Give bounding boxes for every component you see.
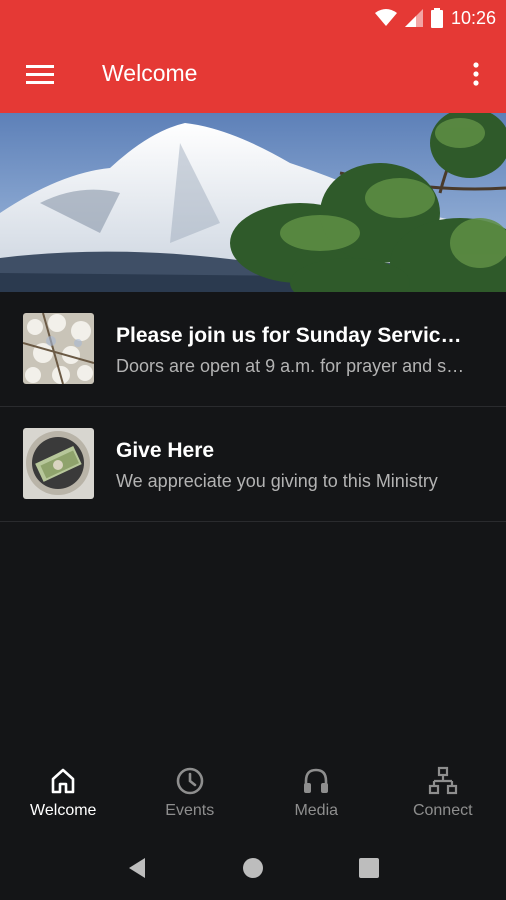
tab-label: Welcome [30, 802, 97, 819]
feed-list: Please join us for Sunday Servic… Doors … [0, 292, 506, 522]
sitemap-icon [428, 766, 457, 795]
home-icon [51, 768, 75, 794]
cherry-blossom-thumbnail [23, 313, 94, 384]
list-item-subtitle: We appreciate you giving to this Ministr… [116, 471, 438, 491]
wifi-icon [374, 9, 397, 26]
status-bar: 10:26 [0, 0, 506, 36]
tab-connect[interactable]: Connect [380, 756, 506, 836]
battery-icon [430, 8, 443, 28]
tab-media[interactable]: Media [253, 756, 380, 836]
system-navigation-bar [0, 836, 506, 900]
more-vert-icon [473, 62, 479, 86]
recents-square-icon[interactable] [357, 856, 381, 880]
mountain-landscape-image [0, 113, 506, 292]
tab-label: Media [294, 802, 339, 819]
cell-signal-icon [404, 9, 423, 27]
clock-icon [176, 767, 204, 795]
list-item-give-here[interactable]: Give Here We appreciate you giving to th… [0, 407, 506, 522]
overflow-menu-button[interactable] [464, 58, 488, 90]
page-title: Welcome [102, 60, 198, 86]
status-icons: 10:26 [374, 6, 496, 30]
offering-plate-thumbnail [23, 428, 94, 499]
back-icon[interactable] [125, 856, 149, 880]
app-bar: Welcome [0, 36, 506, 113]
list-item-sunday-service[interactable]: Please join us for Sunday Servic… Doors … [0, 292, 506, 407]
list-item-title: Please join us for Sunday Servic… [116, 324, 462, 347]
status-time: 10:26 [450, 7, 496, 28]
tab-label: Events [165, 802, 215, 819]
headphones-icon [304, 768, 329, 793]
tab-label: Connect [412, 802, 473, 819]
tab-events[interactable]: Events [127, 756, 254, 836]
tab-welcome[interactable]: Welcome [0, 756, 127, 836]
menu-button[interactable] [20, 58, 60, 90]
hero-image [0, 113, 506, 292]
list-item-subtitle: Doors are open at 9 a.m. for prayer and … [116, 356, 465, 376]
list-item-title: Give Here [116, 439, 215, 462]
bottom-navigation: Welcome Events Media Connect [0, 756, 506, 836]
hamburger-menu-icon [26, 65, 54, 84]
home-circle-icon[interactable] [241, 856, 265, 880]
